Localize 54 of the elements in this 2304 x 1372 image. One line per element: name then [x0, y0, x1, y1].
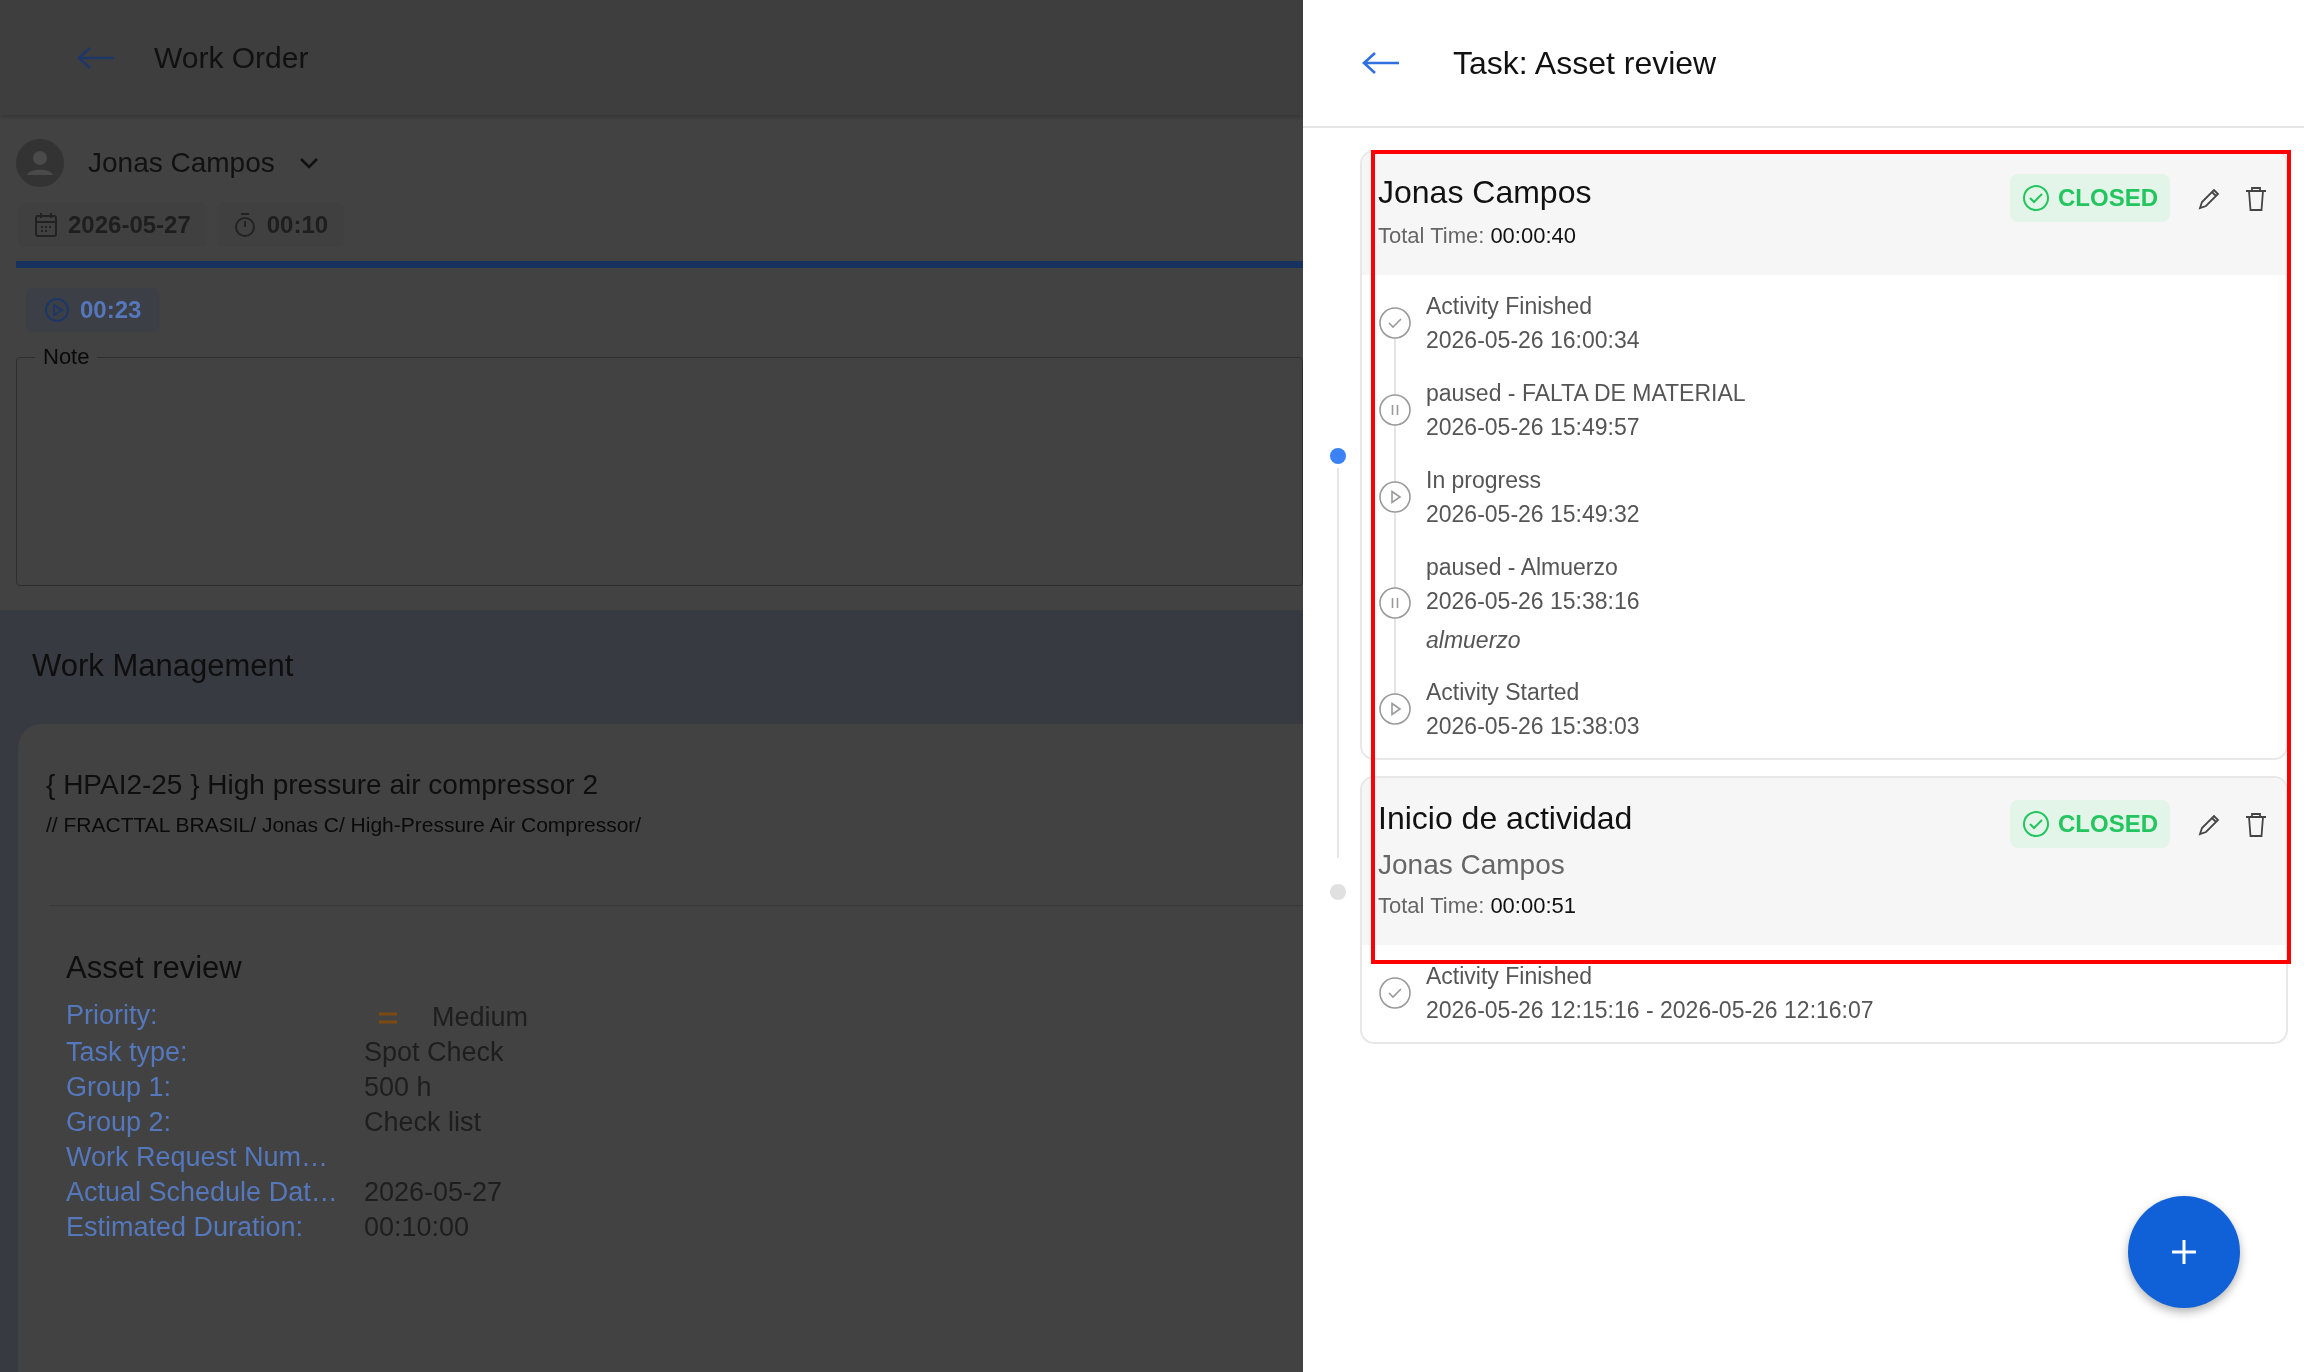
play-icon [1378, 692, 1412, 727]
field-label: Estimated Duration: [66, 1212, 305, 1243]
event-time: 2026-05-26 16:00:34 [1426, 327, 1640, 354]
timeline-dot[interactable] [1330, 448, 1346, 464]
status-badge: CLOSED [2010, 799, 2170, 848]
play-icon [1378, 480, 1412, 515]
panel-title: Task: Asset review [1453, 44, 1717, 82]
event-time: 2026-05-26 12:15:16 - 2026-05-26 12:16:07 [1426, 997, 1874, 1024]
timer-chip[interactable]: 00:23 [26, 288, 160, 332]
activity-title: Jonas Campos [1378, 174, 1592, 211]
event-note: almuerzo [1426, 626, 1522, 653]
medium-priority-icon [378, 1010, 398, 1025]
calendar-icon [34, 212, 58, 238]
event-time: 2026-05-26 15:49:57 [1426, 414, 1641, 441]
check-circle-icon [2022, 184, 2050, 212]
event-label: paused - Almuerzo [1426, 553, 1619, 581]
event-time: 2026-05-26 15:49:32 [1426, 501, 1640, 528]
pencil-icon[interactable] [2196, 186, 2222, 212]
asset-path: // FRACTTAL BRASIL/ Jonas C/ High-Pressure Air Compressor/ [46, 813, 643, 837]
timeline-dot[interactable] [1330, 884, 1346, 900]
avatar-icon [16, 139, 64, 187]
field-label: Task type: [66, 1037, 189, 1068]
check-circle-icon [2022, 809, 2050, 838]
total-time-value: 00:00:51 [1490, 892, 1576, 919]
check-circle-icon [1378, 976, 1412, 1011]
activity-user: Jonas Campos [1378, 848, 1566, 881]
field-label: Group 2: [66, 1107, 173, 1138]
stopwatch-icon [232, 212, 257, 238]
field-label: Actual Schedule Dat… [66, 1177, 339, 1208]
back-arrow-icon[interactable] [1361, 51, 1401, 75]
pause-icon [1378, 586, 1412, 621]
field-label: Work Request Num… [66, 1142, 330, 1173]
event-label: paused - FALTA DE MATERIAL [1426, 379, 1746, 407]
trash-icon[interactable] [2244, 186, 2268, 212]
activity-title: Inicio de actividad [1378, 799, 1633, 837]
trash-icon[interactable] [2244, 811, 2268, 838]
event-label: Activity Finished [1426, 962, 1594, 990]
add-button[interactable] [2128, 1196, 2240, 1308]
field-label: Priority: [66, 1000, 159, 1032]
event-time: 2026-05-26 15:38:16 [1426, 588, 1640, 615]
event-time: 2026-05-26 15:38:03 [1426, 713, 1640, 740]
event-label: In progress [1426, 466, 1543, 494]
play-icon [44, 297, 70, 323]
plus-icon [2169, 1237, 2199, 1267]
total-time-value: 00:00:40 [1490, 223, 1576, 249]
pause-icon [1378, 393, 1412, 428]
status-badge: CLOSED [2010, 174, 2170, 222]
total-time-label: Total Time: [1378, 892, 1485, 919]
event-label: Activity Finished [1426, 293, 1594, 320]
event-label: Activity Started [1426, 678, 1581, 706]
field-label: Group 1: [66, 1072, 173, 1103]
check-circle-icon [1378, 306, 1412, 341]
total-time-label: Total Time: [1378, 223, 1485, 249]
note-label: Note [42, 344, 91, 370]
